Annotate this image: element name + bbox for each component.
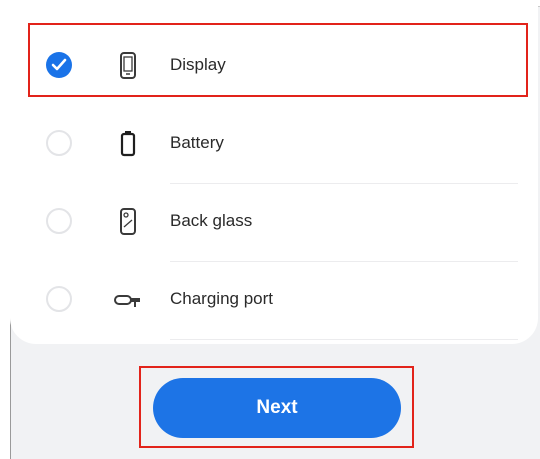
radio-checked-icon[interactable] — [46, 52, 72, 78]
divider — [170, 339, 518, 340]
next-button[interactable]: Next — [153, 378, 401, 438]
option-charging-port[interactable]: Charging port — [10, 262, 538, 340]
option-label: Battery — [170, 133, 224, 152]
radio-unchecked-icon[interactable] — [46, 208, 72, 234]
option-display[interactable]: Display — [10, 28, 538, 106]
option-label: Display — [170, 55, 226, 74]
radio-unchecked-icon[interactable] — [46, 286, 72, 312]
option-battery[interactable]: Battery — [10, 106, 538, 184]
phone-display-icon — [116, 51, 140, 81]
option-label: Charging port — [170, 289, 274, 308]
phone-back-glass-icon — [116, 207, 140, 237]
option-back-glass[interactable]: Back glass — [10, 184, 538, 262]
radio-unchecked-icon[interactable] — [46, 130, 72, 156]
battery-icon — [116, 129, 140, 159]
option-label: Back glass — [170, 211, 253, 230]
charging-port-icon — [113, 285, 143, 315]
